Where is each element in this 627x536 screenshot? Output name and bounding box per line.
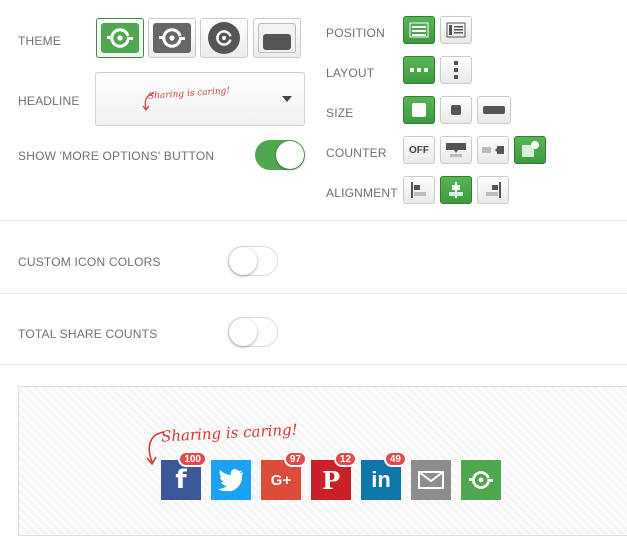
chevron-down-icon — [282, 96, 292, 102]
position-side-icon — [446, 22, 466, 38]
share-theme-icon — [258, 23, 296, 53]
share-count-badge: 12 — [333, 451, 357, 467]
position-bottom-icon — [409, 22, 429, 38]
align-center-option[interactable] — [440, 176, 472, 204]
section-divider — [0, 220, 627, 221]
position-label: POSITION — [326, 26, 385, 40]
twitter-icon — [218, 469, 243, 491]
total-share-counts-toggle[interactable] — [228, 317, 278, 347]
align-center-icon — [449, 182, 463, 198]
more-options-toggle[interactable] — [255, 140, 305, 170]
align-right-icon — [486, 182, 501, 198]
more-options-label: SHOW 'MORE OPTIONS' BUTTON — [18, 149, 215, 163]
email-share-button[interactable] — [411, 460, 451, 500]
theme-option-2[interactable] — [148, 18, 196, 58]
section-divider — [0, 364, 627, 365]
linkedin-share-button[interactable]: in 49 — [361, 451, 407, 500]
pinterest-icon: P — [321, 465, 341, 495]
share-theme-icon — [208, 22, 240, 54]
size-label: SIZE — [326, 106, 354, 120]
counter-off-label: OFF — [409, 144, 429, 156]
counter-top-option[interactable] — [440, 136, 472, 164]
counter-side-icon — [482, 146, 504, 154]
theme-option-3[interactable] — [200, 18, 248, 58]
size-medium-icon — [451, 105, 461, 115]
position-bottom-option[interactable] — [403, 16, 435, 44]
layout-label: LAYOUT — [326, 66, 375, 80]
share-theme-icon — [469, 471, 493, 489]
headline-select-value: Sharing is caring! — [147, 86, 231, 102]
size-large-icon — [412, 103, 426, 117]
size-wide-option[interactable] — [477, 96, 511, 124]
counter-off-option[interactable]: OFF — [403, 136, 435, 164]
pinterest-share-button[interactable]: P 12 — [311, 451, 357, 500]
toggle-knob — [229, 247, 257, 275]
counter-badge-icon — [522, 141, 539, 157]
google-plus-share-button[interactable]: G+ 97 — [261, 451, 307, 500]
counter-badge-option[interactable] — [514, 136, 546, 164]
share-count-badge: 100 — [178, 451, 207, 467]
linkedin-icon: in — [371, 467, 391, 492]
theme-label: THEME — [18, 34, 61, 48]
size-medium-option[interactable] — [440, 96, 472, 124]
align-left-icon — [411, 182, 426, 198]
google-plus-icon: G+ — [270, 471, 292, 489]
layout-horizontal-option[interactable] — [403, 56, 435, 84]
layout-horizontal-icon — [410, 68, 428, 72]
facebook-share-button[interactable]: f 100 — [161, 451, 207, 500]
position-side-option[interactable] — [440, 16, 472, 44]
counter-label: COUNTER — [326, 146, 387, 160]
toggle-knob — [229, 318, 257, 346]
counter-side-option[interactable] — [477, 136, 509, 164]
headline-label: HEADLINE — [18, 94, 80, 108]
layout-vertical-icon — [454, 61, 458, 79]
twitter-share-button[interactable] — [211, 460, 251, 500]
share-count-badge: 49 — [383, 451, 407, 467]
theme-option-4[interactable] — [253, 18, 301, 58]
align-left-option[interactable] — [403, 176, 435, 204]
section-divider — [0, 293, 627, 294]
counter-top-icon — [446, 143, 466, 157]
share-count-badge: 97 — [283, 451, 307, 467]
share-theme-icon — [153, 23, 191, 53]
layout-vertical-option[interactable] — [440, 56, 472, 84]
toggle-knob — [276, 141, 304, 169]
facebook-icon: f — [175, 465, 187, 495]
custom-icon-colors-label: CUSTOM ICON COLORS — [18, 255, 161, 269]
email-icon — [418, 471, 444, 489]
share-theme-icon — [101, 23, 139, 53]
alignment-label: ALIGNMENT — [326, 186, 398, 200]
theme-option-1[interactable] — [96, 18, 144, 58]
headline-select[interactable]: Sharing is caring! — [95, 72, 305, 126]
size-wide-icon — [483, 106, 505, 114]
more-options-share-button[interactable] — [461, 460, 501, 500]
total-share-counts-label: TOTAL SHARE COUNTS — [18, 327, 158, 341]
size-large-option[interactable] — [403, 96, 435, 124]
custom-icon-colors-toggle[interactable] — [228, 246, 278, 276]
align-right-option[interactable] — [477, 176, 509, 204]
